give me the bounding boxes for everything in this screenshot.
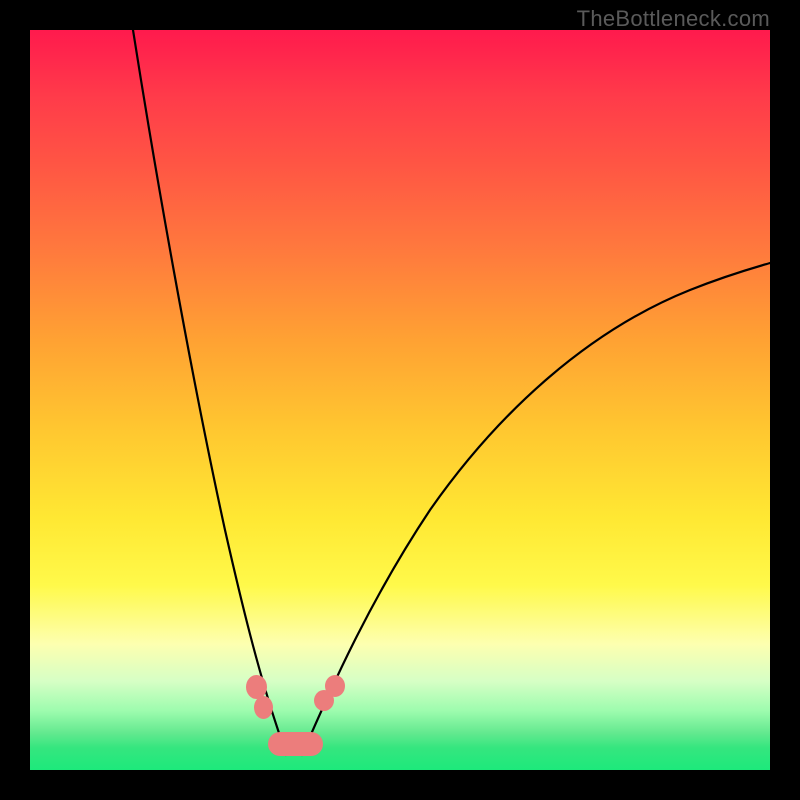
right-lower-dot (325, 675, 345, 697)
attribution-text: TheBottleneck.com (577, 6, 770, 32)
right-curve (302, 263, 770, 755)
left-lower-dot (254, 696, 273, 719)
chart-frame: TheBottleneck.com (0, 0, 800, 800)
plot-area (30, 30, 770, 770)
valley-pill (268, 732, 323, 756)
curves-layer (30, 30, 770, 770)
left-curve (133, 30, 286, 755)
